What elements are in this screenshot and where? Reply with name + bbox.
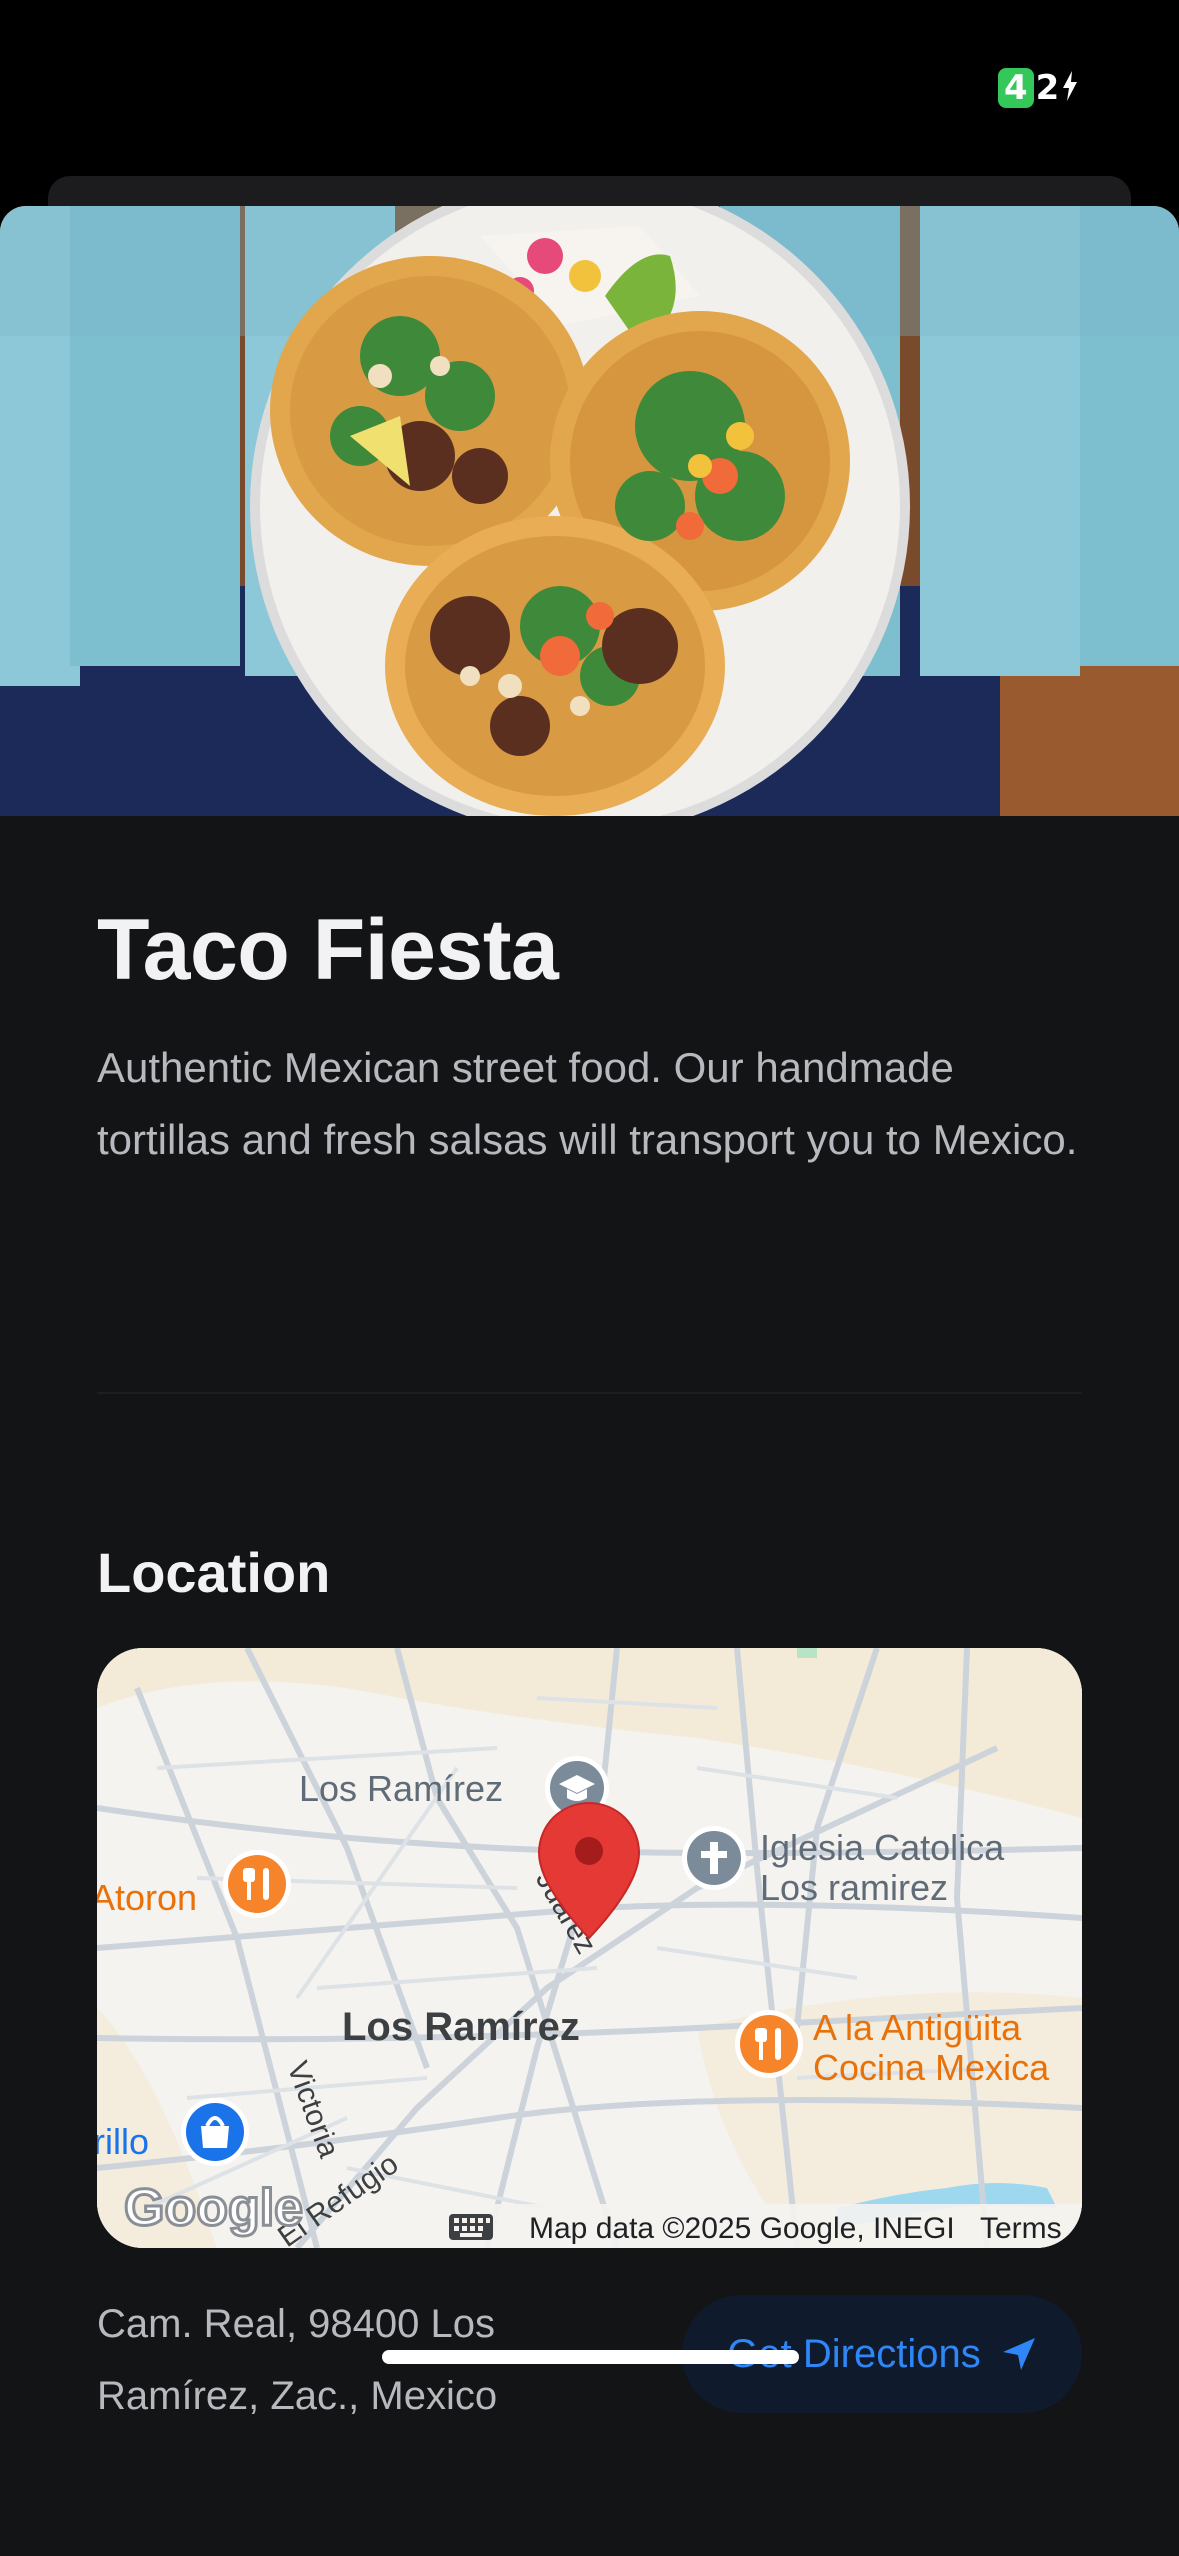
google-logo: Google	[124, 2179, 303, 2237]
restaurant-pin-right-icon	[735, 2010, 803, 2078]
section-divider	[97, 1392, 1082, 1394]
hero-food-image	[0, 206, 1179, 816]
restaurant-detail-card: Taco Fiesta Authentic Mexican street foo…	[0, 206, 1179, 2556]
map-attribution: Map data ©2025 Google, INEGI	[529, 2212, 955, 2245]
map-label-town: Los Ramírez	[342, 2005, 580, 2049]
status-bar: 4 2	[0, 0, 1179, 170]
battery-level-rest: 2	[1035, 68, 1060, 108]
keyboard-icon	[449, 2214, 493, 2240]
home-indicator[interactable]	[382, 2350, 799, 2364]
restaurant-description: Authentic Mexican street food. Our handm…	[97, 1044, 1078, 1163]
map-label-church-line2: Los ramirez	[760, 1867, 948, 1908]
map-label-restaurant-right-line2: Cocina Mexica	[813, 2047, 1050, 2088]
battery-indicator: 4 2	[998, 68, 1079, 108]
navigation-arrow-icon	[1001, 2336, 1037, 2372]
restaurant-pin-left-icon	[223, 1850, 291, 1918]
restaurant-name: Taco Fiesta	[97, 902, 559, 998]
charging-bolt-icon	[1061, 70, 1079, 106]
map-label-restaurant-right-line1: A la Antigüita	[813, 2007, 1022, 2048]
map-label-church-line1: Iglesia Catolica	[760, 1827, 1005, 1868]
map-label-school: Los Ramírez	[299, 1768, 503, 1809]
map-terms-link: Terms	[980, 2212, 1062, 2245]
map-label-restaurant-left: Atoron	[97, 1877, 197, 1918]
shop-pin-icon	[181, 2098, 249, 2166]
map-label-shop: rillo	[97, 2121, 149, 2162]
location-section-title: Location	[97, 1541, 331, 1604]
church-pin-icon	[682, 1826, 746, 1890]
location-map[interactable]: Los Ramírez Iglesia Catolica Los ramirez…	[97, 1648, 1082, 2248]
battery-level: 4	[998, 68, 1034, 108]
